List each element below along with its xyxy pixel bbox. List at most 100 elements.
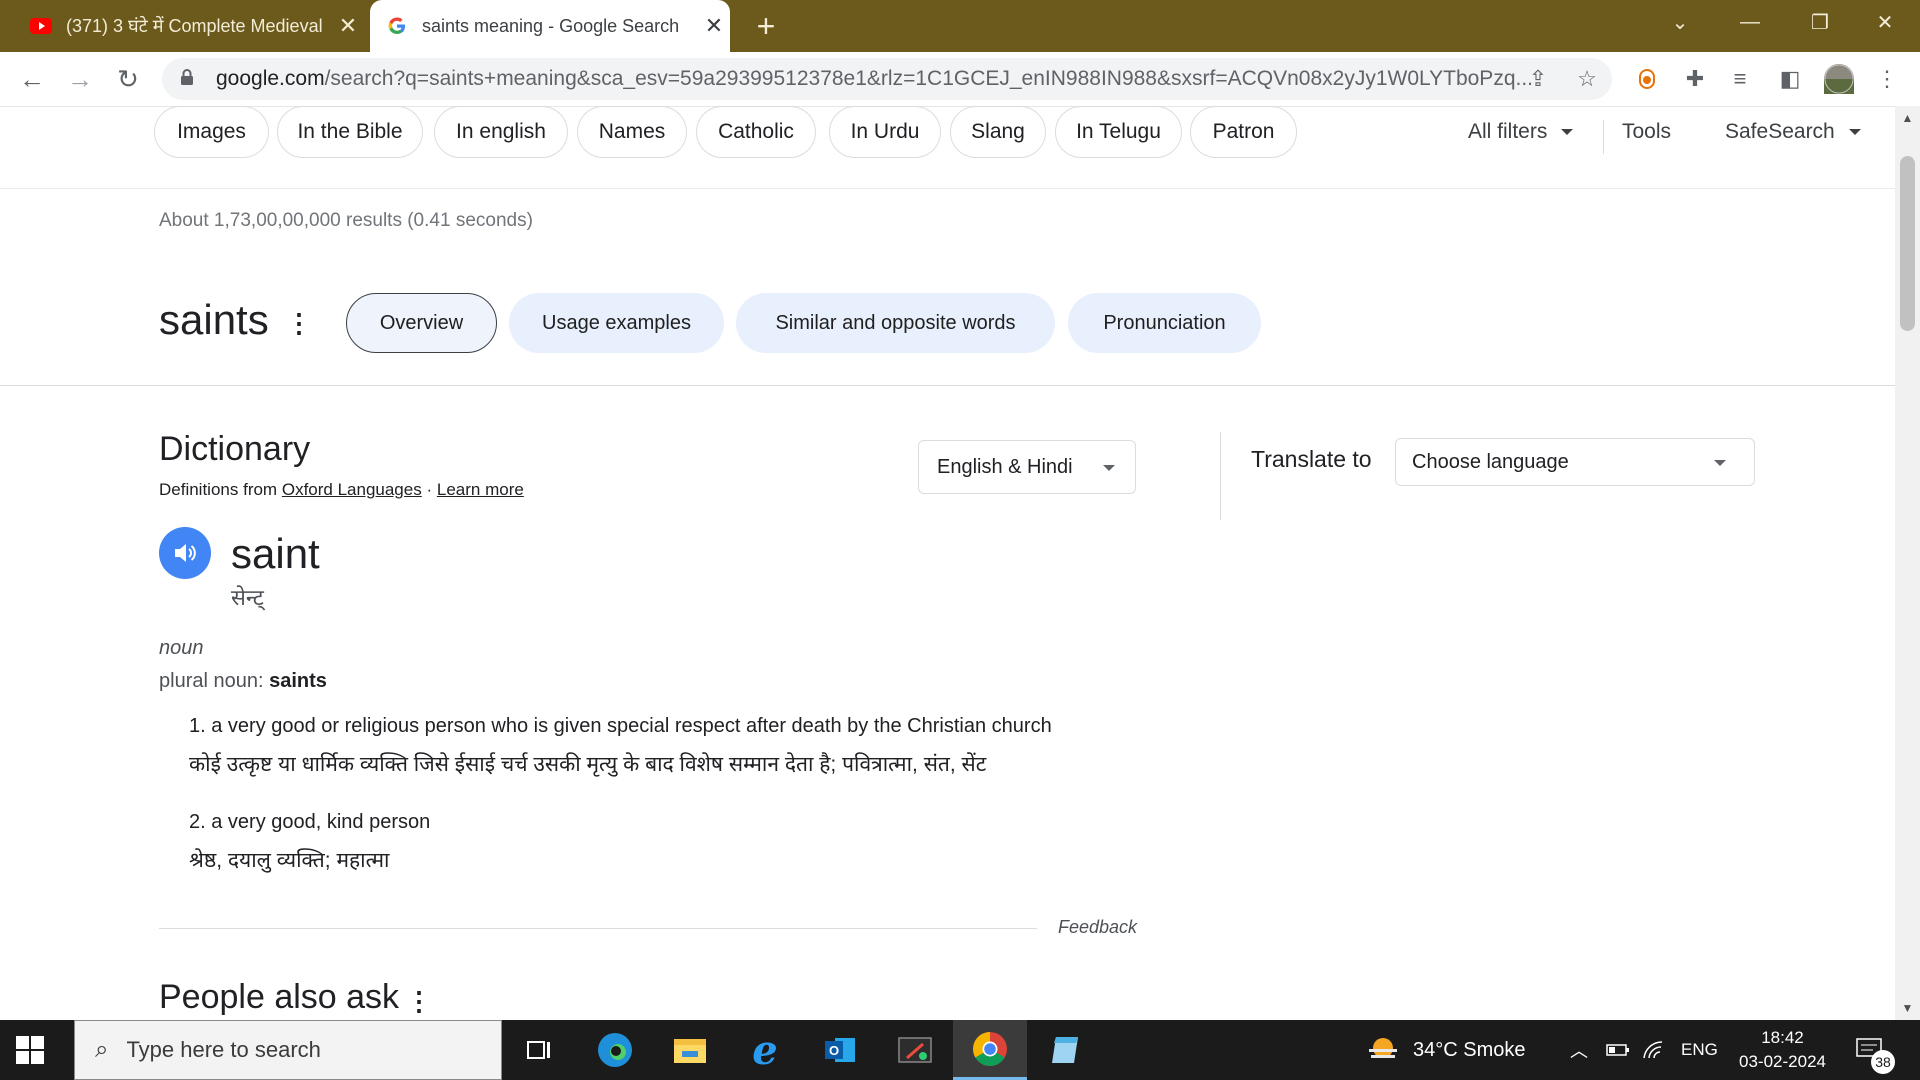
extension-icon[interactable] — [1632, 64, 1662, 94]
weather-widget[interactable]: 34°C Smoke — [1365, 1020, 1526, 1080]
tab-similar-opposite-words[interactable]: Similar and opposite words — [736, 293, 1055, 353]
tab-overview[interactable]: Overview — [346, 293, 497, 353]
chip-catholic[interactable]: Catholic — [696, 106, 816, 158]
tab-usage-examples[interactable]: Usage examples — [509, 293, 724, 353]
scrollbar-thumb[interactable] — [1900, 156, 1915, 331]
close-tab-icon[interactable]: ✕ — [332, 13, 364, 39]
dictionary-source: Definitions from Oxford Languages · Lear… — [159, 480, 524, 500]
scroll-down-arrow-icon[interactable]: ▼ — [1895, 998, 1920, 1018]
bookmark-star-icon[interactable]: ☆ — [1572, 64, 1602, 94]
pronunciation-speaker-button[interactable] — [159, 527, 211, 579]
source-prefix: Definitions from — [159, 480, 278, 499]
clock-time: 18:42 — [1761, 1028, 1804, 1047]
definition-2-english: 2. a very good, kind person — [189, 811, 431, 833]
plural-form: plural noun: saints — [159, 670, 327, 693]
reload-icon[interactable]: ↻ — [110, 61, 146, 97]
translate-label: Translate to — [1251, 446, 1372, 472]
file-explorer-icon[interactable] — [653, 1020, 727, 1080]
search-filter-bar: Images In the Bible In english Names Cat… — [0, 106, 1895, 189]
snipping-tool-icon[interactable] — [878, 1020, 952, 1080]
outlook-icon[interactable]: O — [803, 1020, 877, 1080]
more-options-icon[interactable]: ⋮ — [286, 308, 312, 339]
show-hidden-icons-chevron-icon[interactable]: ︿ — [1570, 1020, 1588, 1080]
safesearch-label: SafeSearch — [1725, 120, 1835, 143]
plural-value: saints — [269, 670, 327, 692]
tab-google-search[interactable]: saints meaning - Google Search ✕ — [370, 0, 730, 52]
chevron-down-icon — [1561, 129, 1574, 135]
close-window-icon[interactable]: ✕ — [1850, 0, 1920, 44]
chip-patron[interactable]: Patron — [1190, 106, 1297, 158]
definition-1-english: 1. a very good or religious person who i… — [189, 715, 1052, 737]
profile-avatar[interactable] — [1824, 64, 1854, 94]
input-language-indicator[interactable]: ENG — [1681, 1020, 1718, 1080]
battery-icon[interactable] — [1606, 1020, 1630, 1080]
chrome-icon[interactable] — [953, 1020, 1027, 1080]
chip-slang[interactable]: Slang — [950, 106, 1046, 158]
notification-center-button[interactable]: 38 — [1855, 1020, 1895, 1080]
clock-date: 03-02-2024 — [1739, 1052, 1826, 1071]
lock-icon[interactable] — [180, 68, 200, 91]
taskbar-search-box[interactable]: ⌕ Type here to search — [74, 1020, 502, 1080]
tools-button[interactable]: Tools — [1622, 120, 1671, 144]
chip-in-english[interactable]: In english — [434, 106, 568, 158]
divider — [1603, 120, 1604, 154]
page-scrollbar[interactable]: ▲ ▼ — [1895, 106, 1920, 1020]
tab-title: (371) 3 घंटे में Complete Medieval — [66, 16, 323, 36]
taskbar-clock[interactable]: 18:42 03-02-2024 — [1730, 1026, 1835, 1074]
chip-in-the-bible[interactable]: In the Bible — [277, 106, 423, 158]
tab-youtube[interactable]: (371) 3 घंटे में Complete Medieval ✕ — [14, 0, 364, 52]
chip-images[interactable]: Images — [154, 106, 269, 158]
restore-icon[interactable]: ❐ — [1785, 0, 1855, 44]
chip-in-urdu[interactable]: In Urdu — [829, 106, 941, 158]
puzzle-extensions-icon[interactable]: ✚ — [1680, 64, 1710, 94]
language-select-value: English & Hindi — [937, 455, 1073, 478]
tab-strip: (371) 3 घंटे में Complete Medieval ✕ sai… — [0, 0, 1920, 52]
media-playlist-icon[interactable]: ≡ — [1725, 64, 1755, 94]
definition-2-hindi: श्रेष्ठ, दयालु व्यक्ति; महात्मा — [189, 849, 390, 872]
scroll-up-arrow-icon[interactable]: ▲ — [1895, 108, 1920, 128]
new-tab-button[interactable]: + — [748, 8, 784, 44]
svg-text:O: O — [829, 1043, 839, 1058]
safesearch-button[interactable]: SafeSearch — [1725, 120, 1861, 144]
browser-toolbar: ← → ↻ google.com/search?q=saints+meaning… — [0, 52, 1920, 107]
dictionary-language-select[interactable]: English & Hindi — [918, 440, 1136, 494]
wifi-icon[interactable] — [1642, 1020, 1666, 1080]
chrome-menu-icon[interactable]: ⋮ — [1872, 64, 1902, 94]
feedback-link[interactable]: Feedback — [1058, 917, 1137, 938]
back-arrow-icon[interactable]: ← — [14, 61, 50, 97]
query-word-heading: saints — [159, 296, 269, 343]
windows-taskbar: ⌕ Type here to search e O 34°C Smoke ︿ E… — [0, 1020, 1920, 1080]
edge-browser-icon[interactable] — [578, 1020, 652, 1080]
windows-start-icon[interactable] — [16, 1036, 44, 1064]
search-icon: ⌕ — [95, 1036, 109, 1063]
tab-search-chevron-icon[interactable]: ⌄ — [1645, 0, 1715, 44]
divider — [1220, 432, 1221, 520]
minimize-icon[interactable]: — — [1715, 0, 1785, 44]
divider — [159, 928, 1037, 929]
notepad-icon[interactable] — [1028, 1020, 1102, 1080]
translate-language-select[interactable]: Choose language — [1395, 438, 1755, 486]
url-text[interactable]: google.com/search?q=saints+meaning&sca_e… — [216, 67, 1546, 91]
definition-1-hindi: कोई उत्कृष्ट या धार्मिक व्यक्ति जिसे ईसा… — [189, 753, 987, 776]
oxford-languages-link[interactable]: Oxford Languages — [282, 480, 422, 499]
chip-names[interactable]: Names — [577, 106, 687, 158]
more-options-icon[interactable]: ⋮ — [406, 986, 432, 1017]
close-tab-icon[interactable]: ✕ — [698, 13, 730, 39]
side-panel-icon[interactable]: ◧ — [1775, 64, 1805, 94]
tab-title: saints meaning - Google Search — [422, 15, 680, 36]
all-filters-button[interactable]: All filters — [1468, 120, 1574, 144]
share-icon[interactable]: ⇪ — [1523, 64, 1553, 94]
internet-explorer-icon[interactable]: e — [728, 1020, 802, 1080]
address-bar[interactable]: google.com/search?q=saints+meaning&sca_e… — [162, 58, 1612, 100]
task-view-icon[interactable] — [503, 1020, 577, 1080]
people-also-ask-heading: People also ask — [159, 978, 400, 1016]
chevron-down-icon — [1103, 465, 1115, 471]
chip-in-telugu[interactable]: In Telugu — [1055, 106, 1182, 158]
learn-more-link[interactable]: Learn more — [437, 480, 524, 499]
url-path: /search?q=saints+meaning&sca_esv=59a2939… — [324, 67, 1534, 90]
youtube-icon — [30, 15, 52, 37]
separator: · — [426, 480, 433, 499]
speaker-icon — [175, 544, 196, 562]
forward-arrow-icon[interactable]: → — [62, 61, 98, 97]
tab-pronunciation[interactable]: Pronunciation — [1068, 293, 1261, 353]
